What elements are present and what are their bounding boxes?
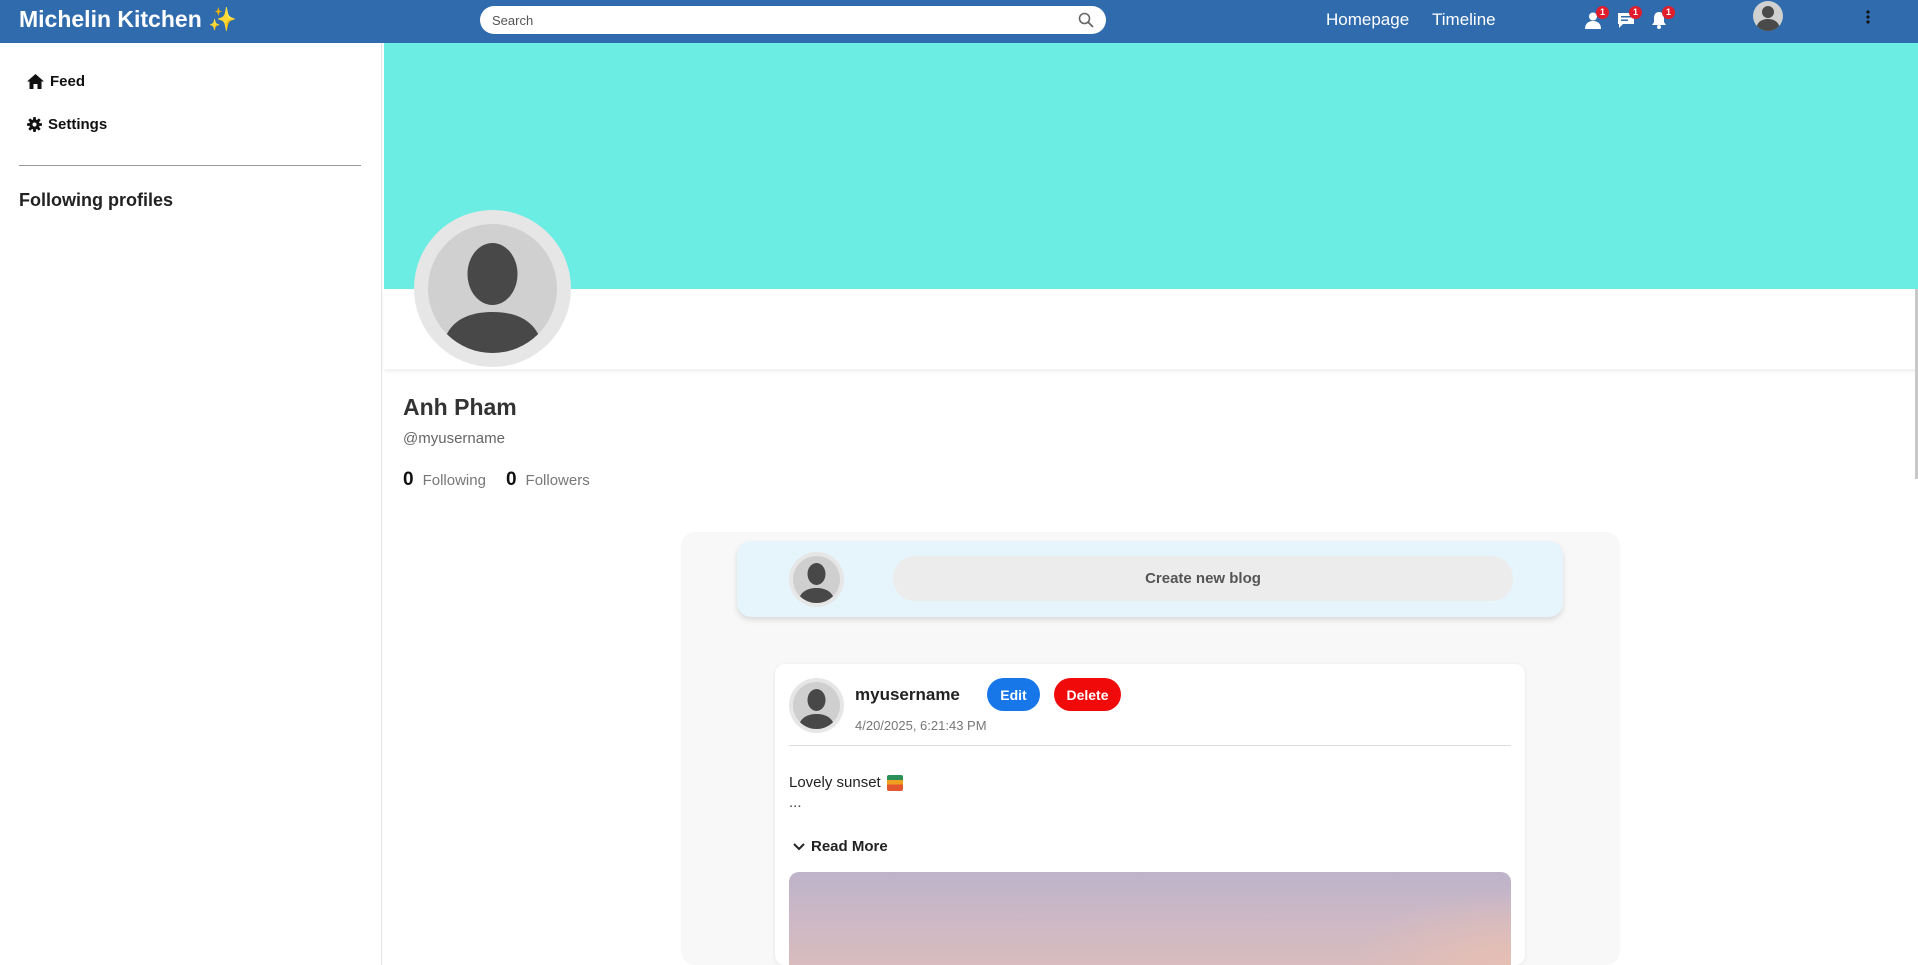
profile-name: Anh Pham bbox=[403, 394, 517, 420]
post-author-username[interactable]: myusername bbox=[855, 685, 960, 705]
blog-post-card: myusername Edit Delete 4/20/2025, 6:21:4… bbox=[775, 664, 1525, 965]
gear-icon bbox=[27, 117, 42, 132]
sidebar-item-feed[interactable]: Feed bbox=[27, 73, 85, 90]
search-icon[interactable] bbox=[1078, 12, 1094, 28]
sidebar-item-settings[interactable]: Settings bbox=[27, 116, 107, 133]
friend-request-icon[interactable]: 1 bbox=[1583, 6, 1609, 30]
read-more-toggle[interactable]: Read More bbox=[793, 838, 888, 855]
search-bar[interactable] bbox=[480, 6, 1106, 34]
friend-request-badge: 1 bbox=[1596, 6, 1609, 19]
left-sidebar: Feed Settings Following profiles bbox=[0, 43, 382, 965]
profile-cover bbox=[384, 43, 1918, 289]
sidebar-item-label: Feed bbox=[50, 73, 86, 90]
profile-avatar[interactable] bbox=[414, 210, 571, 367]
post-image[interactable] bbox=[789, 872, 1511, 965]
nav-homepage-link[interactable]: Homepage bbox=[1326, 10, 1409, 30]
post-text: Lovely sunset bbox=[789, 774, 881, 791]
search-input[interactable] bbox=[492, 10, 1052, 30]
composer-avatar bbox=[789, 552, 844, 607]
create-blog-composer: Create new blog bbox=[737, 541, 1563, 617]
post-timestamp: 4/20/2025, 6:21:43 PM bbox=[855, 718, 987, 733]
brand-logo[interactable]: Michelin Kitchen ✨ bbox=[19, 6, 237, 33]
profile-handle: @myusername bbox=[403, 430, 505, 447]
post-truncation-ellipsis: ... bbox=[789, 794, 802, 811]
followers-label[interactable]: Followers bbox=[526, 472, 590, 489]
chevron-down-icon bbox=[793, 842, 805, 850]
default-avatar-icon bbox=[442, 243, 543, 353]
messages-badge: 1 bbox=[1629, 6, 1642, 19]
sidebar-divider bbox=[19, 165, 361, 166]
messages-icon[interactable]: 1 bbox=[1616, 6, 1642, 30]
following-label[interactable]: Following bbox=[423, 472, 486, 489]
post-body: Lovely sunset bbox=[789, 774, 903, 791]
post-divider bbox=[789, 745, 1511, 746]
profile-header-strip bbox=[384, 289, 1918, 369]
delete-post-button[interactable]: Delete bbox=[1054, 678, 1121, 711]
sidebar-item-label: Settings bbox=[48, 116, 108, 133]
notifications-icon[interactable]: 1 bbox=[1649, 6, 1675, 30]
read-more-label: Read More bbox=[811, 838, 888, 855]
user-avatar[interactable] bbox=[1753, 1, 1783, 31]
followers-count: 0 bbox=[505, 469, 517, 490]
default-avatar-icon bbox=[798, 563, 835, 603]
create-new-blog-button[interactable]: Create new blog bbox=[893, 556, 1513, 601]
post-author-avatar[interactable] bbox=[789, 678, 844, 733]
home-icon bbox=[27, 74, 44, 89]
sunset-emoji-icon bbox=[886, 774, 903, 791]
edit-post-button[interactable]: Edit bbox=[987, 678, 1040, 711]
nav-timeline-link[interactable]: Timeline bbox=[1432, 10, 1496, 30]
more-options-icon[interactable] bbox=[1862, 8, 1874, 26]
top-navbar: Michelin Kitchen ✨ Homepage Timeline 1 1… bbox=[0, 0, 1918, 43]
following-profiles-title: Following profiles bbox=[19, 190, 173, 210]
profile-stats: 0 Following 0 Followers bbox=[403, 469, 610, 491]
notifications-badge: 1 bbox=[1662, 6, 1675, 19]
user-avatar-icon bbox=[1756, 6, 1780, 31]
following-count: 0 bbox=[403, 469, 414, 490]
default-avatar-icon bbox=[798, 689, 835, 729]
